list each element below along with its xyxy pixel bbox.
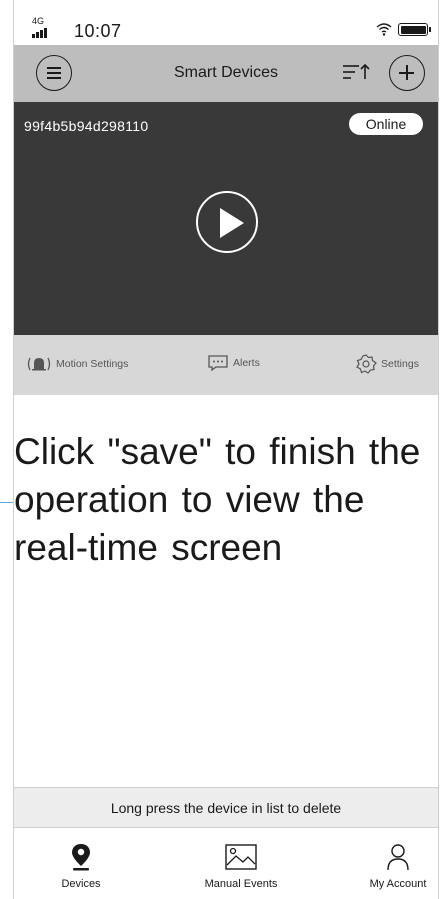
image-icon [225, 844, 257, 870]
bottom-nav: Devices Manual Events My Account [14, 828, 438, 899]
delete-hint: Long press the device in list to delete [110, 800, 342, 816]
nav-manual-events-label: Manual Events [204, 878, 278, 890]
cellular-signal-icon: 4G [32, 16, 54, 40]
wifi-icon [376, 22, 392, 36]
status-badge: Online [349, 113, 423, 135]
nav-my-account-label: My Account [369, 878, 427, 890]
instruction-text: Click "save" to finish the operation to … [14, 431, 421, 568]
video-preview[interactable]: 99f4b5b94d298110 Online [14, 102, 438, 335]
battery-icon [398, 23, 431, 36]
nav-manual-events[interactable]: Manual Events [181, 828, 301, 899]
message-icon [208, 355, 228, 372]
motion-settings-label: Motion Settings [56, 358, 129, 370]
alerts-label: Alerts [233, 357, 260, 369]
device-toolbar: Motion Settings Alerts Settings [14, 335, 438, 395]
bell-icon [27, 357, 51, 371]
gear-icon [356, 354, 377, 374]
nav-my-account[interactable]: My Account [338, 828, 444, 899]
network-type: 4G [32, 16, 45, 26]
sort-button[interactable] [342, 61, 372, 85]
settings-label: Settings [381, 358, 419, 370]
add-device-button[interactable] [389, 55, 425, 91]
play-button[interactable] [196, 191, 258, 253]
user-icon [387, 844, 409, 871]
clock: 10:07 [74, 21, 122, 41]
sort-icon [343, 63, 370, 79]
device-id: 99f4b5b94d298110 [24, 118, 149, 134]
nav-devices[interactable]: Devices [21, 828, 141, 899]
app-header: Smart Devices [14, 45, 438, 102]
page-title: Smart Devices [173, 64, 279, 81]
settings-button[interactable]: Settings [355, 354, 419, 374]
location-pin-icon [72, 844, 90, 871]
nav-devices-label: Devices [61, 878, 101, 890]
delete-hint-bar: Long press the device in list to delete [14, 787, 438, 828]
alerts-button[interactable]: Alerts [207, 354, 260, 372]
motion-settings-button[interactable]: Motion Settings [26, 355, 128, 373]
callout-line [0, 502, 13, 503]
